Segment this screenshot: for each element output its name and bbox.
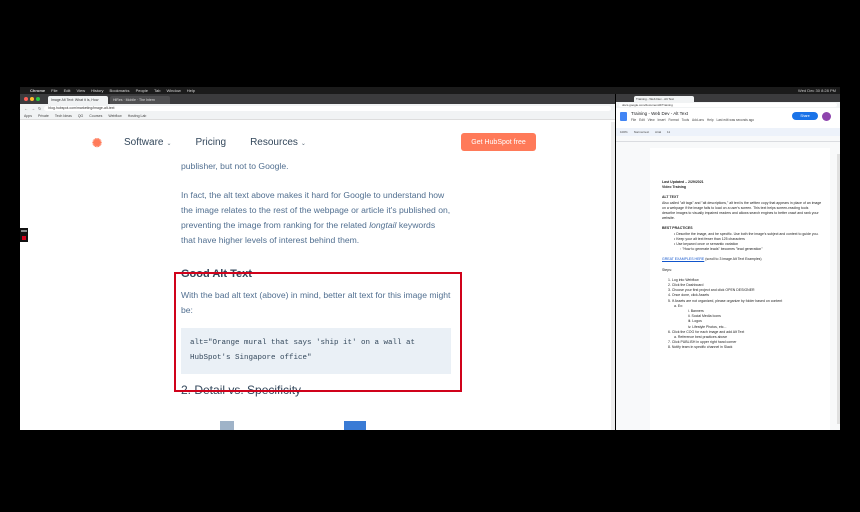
mac-menubar: Chrome File Edit View History Bookmarks … [20, 87, 840, 94]
menu-help[interactable]: Help [187, 88, 195, 93]
hubspot-logo-icon[interactable]: ✺ [92, 136, 102, 150]
docs-menu-help[interactable]: Help [707, 118, 714, 122]
menu-people[interactable]: People [136, 88, 148, 93]
alt-text-body: Also called "alt tags" and "alt descript… [662, 200, 822, 221]
docs-menu-edit[interactable]: Edit [639, 118, 645, 122]
back-arrow-icon[interactable]: ← [24, 106, 28, 111]
list-item-text: "How to generate leads" becomes "lead ge… [682, 247, 763, 252]
bookmark-courses[interactable]: Courses [89, 114, 102, 118]
left-browser-window: Image Alt Text: What it Is, How HiRes · … [20, 94, 615, 430]
doc-title[interactable]: Training - Web Dev - Alt Text [631, 111, 688, 116]
scrollbar[interactable] [837, 154, 840, 424]
docs-menu: File Edit View Insert Format Tools Add-o… [631, 118, 754, 122]
last-edit[interactable]: Last edit was seconds ago [716, 118, 754, 122]
url-input[interactable]: blog.hubspot.com/marketing/image-alt-tex… [44, 105, 611, 111]
docs-menu-tools[interactable]: Tools [682, 118, 689, 122]
hubspot-header: ✺ Software ⌄ Pricing Resources ⌄ Get HubSp… [20, 122, 615, 162]
nav-software-label: Software [124, 137, 164, 148]
google-docs-icon[interactable] [620, 112, 627, 121]
great-examples-link[interactable]: GREAT EXAMPLES HERE [662, 257, 704, 261]
nav-pricing[interactable]: Pricing [196, 137, 227, 148]
maximize-window-icon[interactable] [36, 97, 40, 101]
docs-menu-view[interactable]: View [648, 118, 655, 122]
tab-second[interactable]: HiRes · Mobile · The Intern [110, 96, 170, 104]
chevron-down-icon: ⌄ [166, 141, 172, 147]
bookmark-webflow[interactable]: Webflow [108, 114, 121, 118]
style-select[interactable]: Normal text [634, 130, 649, 134]
article-paragraph: In fact, the alt text above makes it har… [181, 188, 451, 248]
address-bar: ← → ↻ blog.hubspot.com/marketing/image-a… [20, 104, 615, 112]
list-item-text: Keep your alt text fewer than 125 charac… [676, 236, 745, 241]
menu-window[interactable]: Window [166, 88, 180, 93]
share-button[interactable]: Share [792, 112, 818, 120]
article-images [220, 421, 366, 430]
site-nav: Software ⌄ Pricing Resources ⌄ [124, 137, 306, 148]
menubar-status: Wed Dec 30 8:28 PM [798, 88, 836, 93]
forward-arrow-icon[interactable]: → [31, 106, 35, 111]
nav-pricing-label: Pricing [195, 137, 227, 148]
docs-menu-format[interactable]: Format [668, 118, 678, 122]
right-browser-window: Training - Web Dev - Alt Text docs.googl… [616, 94, 840, 430]
list-item: 8. Notify team in specific channel in Sl… [668, 345, 733, 350]
nav-resources-label: Resources [250, 137, 298, 148]
docs-toolbar: 100% Normal text Arial 11 [616, 128, 840, 136]
url-input[interactable]: docs.google.com/document/d/Training [619, 103, 837, 107]
list-item-text: Use keyword once or semantic variation [676, 242, 739, 247]
tab-bar: Image Alt Text: What it Is, How HiRes · … [20, 94, 615, 104]
docs-menu-addons[interactable]: Add-ons [692, 118, 704, 122]
menu-history[interactable]: History [91, 88, 103, 93]
tab-bar: Training - Web Dev - Alt Text [616, 94, 840, 102]
reload-icon[interactable]: ↻ [38, 106, 41, 111]
bookmark-apps[interactable]: Apps [24, 114, 32, 118]
article-paragraph: publisher, but not to Google. [181, 161, 289, 171]
nav-resources[interactable]: Resources ⌄ [250, 137, 306, 148]
tab-alt-text-article[interactable]: Image Alt Text: What it Is, How [48, 96, 108, 104]
menu-bookmarks[interactable]: Bookmarks [110, 88, 130, 93]
doc-page[interactable]: Last Updated – 2/29/2021 Video Training … [650, 148, 830, 430]
recording-widget[interactable] [20, 228, 28, 242]
avatar[interactable] [822, 112, 831, 121]
article-image [344, 421, 366, 430]
menu-tab[interactable]: Tab [154, 88, 160, 93]
menu-file[interactable]: File [51, 88, 57, 93]
scrollbar[interactable] [611, 122, 615, 430]
get-hubspot-free-button[interactable]: Get HubSpot free [461, 133, 536, 151]
nav-software[interactable]: Software ⌄ [124, 137, 172, 148]
close-window-icon[interactable] [24, 97, 28, 101]
bookmark-tech-ideas[interactable]: Tech Ideas [55, 114, 72, 118]
minimize-window-icon[interactable] [30, 97, 34, 101]
record-icon[interactable] [22, 236, 26, 240]
clock[interactable]: Wed Dec 30 8:28 PM [798, 88, 836, 93]
docs-header: Training - Web Dev - Alt Text File Edit … [616, 108, 840, 128]
widget-handle [21, 230, 27, 232]
menu-app[interactable]: Chrome [30, 88, 45, 93]
font-select[interactable]: Arial [655, 130, 661, 134]
tab-training-doc[interactable]: Training - Web Dev - Alt Text [634, 96, 694, 102]
bookmark-private[interactable]: Private [38, 114, 49, 118]
list-item-text: Describe the image, and be specific. Use… [676, 231, 819, 236]
examples-rest: (scroll to 3 image Alt Text Examples) [704, 257, 762, 262]
menu-view[interactable]: View [76, 88, 85, 93]
article-image [220, 421, 234, 430]
docs-menu-insert[interactable]: Insert [658, 118, 666, 122]
menu-edit[interactable]: Edit [64, 88, 71, 93]
bookmark-qg[interactable]: QG [78, 114, 83, 118]
zoom-select[interactable]: 100% [620, 130, 628, 134]
font-size-select[interactable]: 11 [667, 130, 670, 134]
docs-menu-file[interactable]: File [631, 118, 636, 122]
bookmarks-bar: Apps Private Tech Ideas QG Courses Webfl… [20, 112, 615, 120]
window-controls [24, 97, 40, 101]
chevron-down-icon: ⌄ [300, 141, 306, 147]
highlight-box [174, 272, 462, 392]
p2-emphasis: longtail [369, 220, 397, 230]
bookmark-hosting[interactable]: Hosting Lab [128, 114, 147, 118]
ruler [616, 136, 840, 142]
